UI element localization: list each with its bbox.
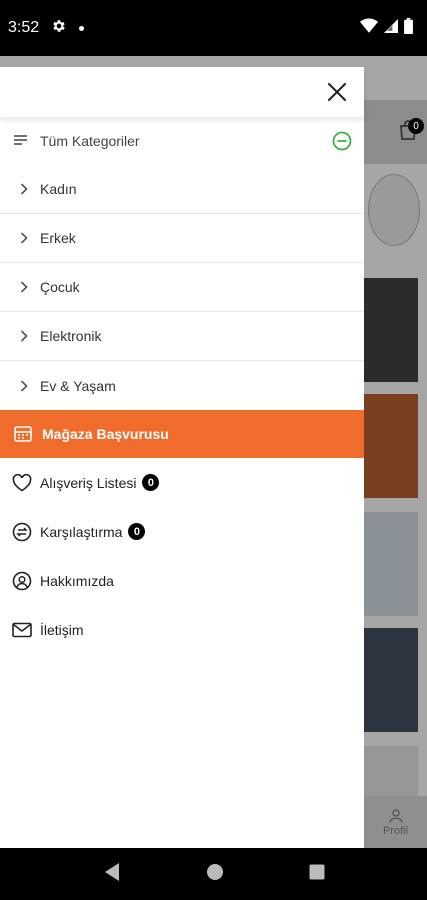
contact-label: İletişim: [40, 621, 84, 638]
category-item-elektronik[interactable]: Elektronik: [0, 312, 364, 361]
category-label: Kadın: [40, 181, 77, 197]
profile-icon: [388, 809, 403, 823]
chevron-right-icon: [20, 183, 28, 195]
category-item-cocuk[interactable]: Çocuk: [0, 263, 364, 312]
compare-item[interactable]: Karşılaştırma 0: [0, 507, 364, 556]
background-banner: [364, 278, 418, 382]
status-time: 3:52: [8, 19, 40, 36]
chevron-right-icon: [20, 330, 28, 342]
home-icon: [206, 863, 223, 880]
heart-icon: [12, 473, 32, 491]
wishlist-label: Alışveriş Listesi: [40, 474, 137, 491]
back-icon: [104, 862, 119, 881]
category-item-kadin[interactable]: Kadın: [0, 165, 364, 214]
about-item[interactable]: Hakkımızda: [0, 556, 364, 605]
background-banner: [364, 746, 418, 796]
compare-icon: [12, 522, 32, 541]
background-category-image: [368, 174, 420, 246]
all-categories-label: Tüm Kategoriler: [40, 133, 140, 149]
recents-button[interactable]: [309, 864, 325, 885]
close-icon: [328, 83, 346, 101]
wishlist-count-badge: 0: [142, 474, 160, 491]
store-icon: [14, 426, 32, 442]
store-application-button[interactable]: Mağaza Başvurusu: [0, 410, 364, 458]
about-label: Hakkımızda: [40, 572, 114, 589]
background-banner: [364, 512, 418, 616]
category-label: Erkek: [40, 230, 76, 246]
background-banner: [364, 628, 418, 732]
background-bottom-nav-profile: Profil: [364, 796, 427, 848]
collapse-minus-icon[interactable]: [332, 131, 352, 151]
category-label: Ev & Yaşam: [40, 377, 116, 394]
category-label: Elektronik: [40, 328, 102, 344]
chevron-right-icon: [20, 281, 28, 293]
store-application-label: Mağaza Başvurusu: [42, 426, 169, 442]
system-nav-bar: [0, 848, 427, 900]
all-categories-toggle[interactable]: Tüm Kategoriler: [0, 117, 364, 165]
back-button[interactable]: [103, 862, 121, 887]
about-user-icon: [12, 571, 32, 590]
background-banner: [364, 394, 418, 498]
category-label: Çocuk: [40, 279, 80, 295]
wifi-icon: [360, 18, 378, 39]
battery-icon: [404, 17, 413, 39]
compare-count-badge: 0: [128, 523, 146, 540]
cart-count-badge: 0: [408, 118, 424, 134]
category-item-erkek[interactable]: Erkek: [0, 214, 364, 263]
drawer-header: [0, 67, 364, 117]
chevron-right-icon: [20, 232, 28, 244]
list-icon: [14, 135, 27, 145]
signal-icon: [384, 18, 398, 39]
notification-dot-icon: [79, 25, 85, 31]
recents-icon: [309, 864, 324, 879]
chevron-right-icon: [20, 379, 28, 392]
compare-label: Karşılaştırma: [40, 523, 123, 540]
status-bar: 3:52: [0, 0, 427, 56]
home-button[interactable]: [206, 863, 224, 886]
profile-label: Profil: [382, 825, 409, 837]
settings-icon: [51, 18, 67, 39]
wishlist-item[interactable]: Alışveriş Listesi 0: [0, 458, 364, 507]
mail-icon: [12, 622, 32, 637]
screen: 3:52 0 Profil Tüm Kategoriler Kadın Erke…: [0, 0, 427, 900]
category-item-ev-yasam[interactable]: Ev & Yaşam: [0, 361, 364, 410]
contact-item[interactable]: İletişim: [0, 605, 364, 654]
navigation-drawer: Tüm Kategoriler Kadın Erkek Çocuk Elektr…: [0, 67, 364, 848]
close-button[interactable]: [324, 79, 350, 105]
